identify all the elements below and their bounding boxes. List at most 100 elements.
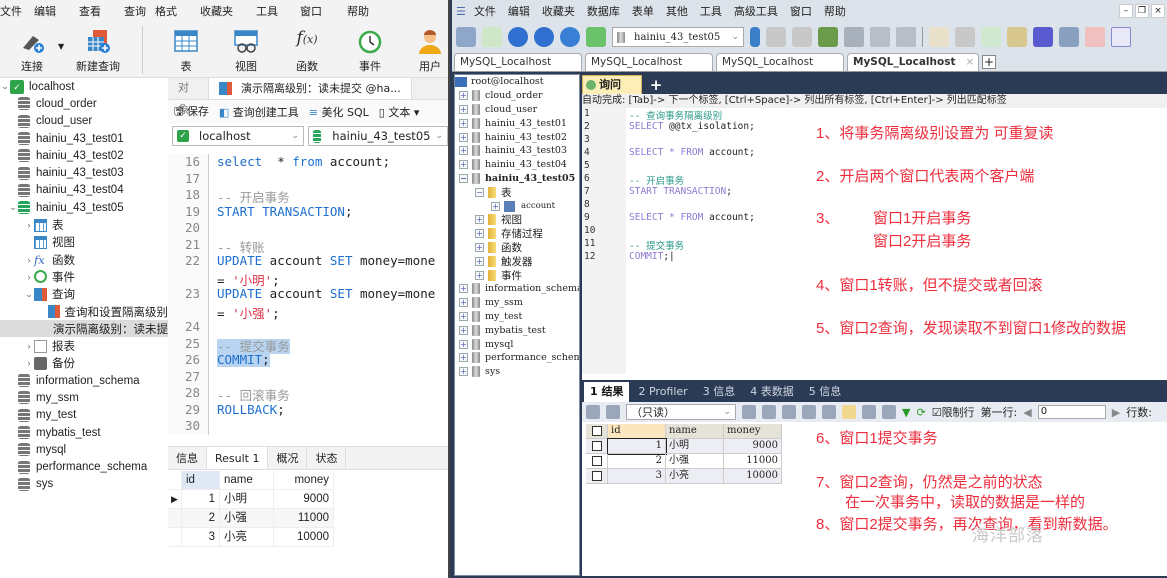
table-row[interactable]: 3 小亮 10000: [168, 528, 334, 547]
tree-events[interactable]: › 事件: [0, 268, 168, 285]
menu-view[interactable]: 查看: [79, 3, 124, 19]
menu-file[interactable]: 文件: [0, 3, 34, 19]
delete-icon[interactable]: [802, 405, 816, 419]
execute-icon[interactable]: [508, 27, 528, 47]
tree-database[interactable]: + mysql: [455, 337, 579, 351]
user-manager-icon[interactable]: [750, 27, 760, 47]
table-cell[interactable]: 11000: [274, 509, 334, 528]
chevron-down-icon[interactable]: ⌄: [8, 202, 18, 213]
tab-profile[interactable]: 概况: [268, 447, 308, 469]
beautify-sql-button[interactable]: ≡ 美化 SQL: [309, 104, 369, 120]
database-select[interactable]: hainiu_43_test05 ⌄: [308, 126, 448, 146]
table-cell[interactable]: 3: [182, 528, 220, 547]
expand-icon[interactable]: +: [459, 91, 468, 101]
menu-format[interactable]: 格式: [155, 3, 200, 19]
expand-icon[interactable]: +: [459, 339, 468, 349]
tree-database[interactable]: hainiu_43_test02: [0, 147, 168, 164]
table-cell[interactable]: 11000: [724, 454, 782, 469]
tree-reports[interactable]: › 报表: [0, 337, 168, 354]
tree-database[interactable]: + cloud_order: [455, 89, 579, 103]
expand-icon[interactable]: +: [475, 229, 484, 239]
export-icon[interactable]: [792, 27, 812, 47]
menu-file[interactable]: 文件: [474, 3, 496, 19]
tree-connection-localhost[interactable]: ⌄ ✓ localhost: [0, 78, 168, 95]
table-cell[interactable]: 9000: [724, 439, 782, 454]
tree-database[interactable]: sys: [0, 476, 168, 493]
add-tab-button[interactable]: +: [982, 55, 996, 69]
database-select[interactable]: hainiu_43_test05 ⌄: [612, 27, 744, 47]
grid-view-icon[interactable]: [842, 405, 856, 419]
menu-tools[interactable]: 工具: [256, 3, 300, 19]
text-view-icon[interactable]: [882, 405, 896, 419]
table-cell[interactable]: 2: [182, 509, 220, 528]
next-page-icon[interactable]: ▶: [1112, 406, 1120, 419]
tree-database[interactable]: my_test: [0, 407, 168, 424]
tab-query-active[interactable]: 演示隔离级别：读未提交 @ha...: [208, 77, 412, 99]
tree-database[interactable]: + sys: [455, 365, 579, 379]
tree-database[interactable]: information_schema: [0, 372, 168, 389]
menu-tools[interactable]: 工具: [700, 3, 722, 19]
table-row[interactable]: 2 小强 11000: [168, 509, 334, 528]
tab-status[interactable]: 状态: [307, 447, 347, 469]
sync-icon[interactable]: [818, 27, 838, 47]
table-cell[interactable]: 小强: [666, 454, 724, 469]
menu-advanced-tools[interactable]: 高级工具: [734, 3, 778, 19]
tree-database[interactable]: hainiu_43_test01: [0, 130, 168, 147]
tree-database[interactable]: cloud_order: [0, 95, 168, 112]
expand-icon[interactable]: +: [459, 104, 468, 114]
menu-other[interactable]: 其他: [666, 3, 688, 19]
expand-icon[interactable]: +: [459, 132, 468, 142]
table-cell[interactable]: 小亮: [666, 469, 724, 484]
tree-functions[interactable]: › fx 函数: [0, 251, 168, 268]
cancel-icon[interactable]: [822, 405, 836, 419]
table-cell[interactable]: 9000: [274, 490, 334, 509]
schema-sync-icon[interactable]: [929, 27, 949, 47]
save-icon[interactable]: [782, 405, 796, 419]
menu-favorites[interactable]: 收藏夹: [542, 3, 575, 19]
close-tab-icon[interactable]: ×: [966, 54, 975, 71]
chevron-down-icon[interactable]: ⌄: [0, 81, 10, 92]
new-query-icon[interactable]: [482, 27, 502, 47]
readonly-select[interactable]: （只读） ⌄: [626, 404, 736, 420]
function-button[interactable]: f(x) 函数: [279, 24, 335, 74]
chevron-right-icon[interactable]: ›: [24, 358, 34, 368]
connect-dropdown-icon[interactable]: ▼: [58, 42, 64, 51]
column-header[interactable]: name: [220, 471, 274, 490]
tree-query-item-selected[interactable]: 演示隔离级别：读未提: [0, 320, 168, 338]
grid-icon[interactable]: [844, 27, 864, 47]
prev-page-icon[interactable]: ◀: [1023, 406, 1031, 419]
column-header[interactable]: money: [724, 424, 782, 439]
tree-folder[interactable]: + 触发器: [455, 254, 579, 268]
expand-icon[interactable]: +: [459, 311, 468, 321]
tree-database[interactable]: + my_test: [455, 310, 579, 324]
tree-query-item[interactable]: 查询和设置隔离级别: [0, 303, 168, 320]
expand-icon[interactable]: +: [459, 298, 468, 308]
schema-designer-icon[interactable]: [1085, 27, 1105, 47]
refresh-icon[interactable]: [560, 27, 580, 47]
column-header[interactable]: money: [274, 471, 334, 490]
tree-database[interactable]: + information_schema: [455, 282, 579, 296]
expand-icon[interactable]: +: [459, 284, 468, 294]
table-cell[interactable]: 小强: [220, 509, 274, 528]
expand-icon[interactable]: +: [475, 215, 484, 225]
connection-tab-active[interactable]: MySQL_Localhost ×: [847, 53, 979, 71]
table-cell[interactable]: 小亮: [220, 528, 274, 547]
restore-icon[interactable]: ❐: [1135, 4, 1149, 18]
row-checkbox[interactable]: [586, 439, 608, 454]
user-button[interactable]: 用户: [402, 24, 448, 74]
checkbox-icon[interactable]: [591, 426, 602, 436]
table-cell[interactable]: 1: [182, 490, 220, 509]
tree-table-account[interactable]: + account: [455, 199, 579, 213]
tree-database[interactable]: hainiu_43_test04: [0, 182, 168, 199]
table-cell[interactable]: 10000: [724, 469, 782, 484]
menu-table[interactable]: 表单: [632, 3, 654, 19]
refresh-icon[interactable]: ⟳: [916, 406, 925, 419]
expand-icon[interactable]: +: [459, 160, 468, 170]
menu-favorites[interactable]: 收藏夹: [200, 3, 256, 19]
minimize-icon[interactable]: –: [1119, 4, 1133, 18]
expand-icon[interactable]: +: [459, 367, 468, 377]
sql-code-editor[interactable]: 16 select * from account; 17 18 -- 开启事务 19 STA…: [168, 154, 448, 446]
backup-icon[interactable]: [955, 27, 975, 47]
row-checkbox[interactable]: [586, 469, 608, 484]
collapse-icon[interactable]: −: [459, 173, 468, 183]
